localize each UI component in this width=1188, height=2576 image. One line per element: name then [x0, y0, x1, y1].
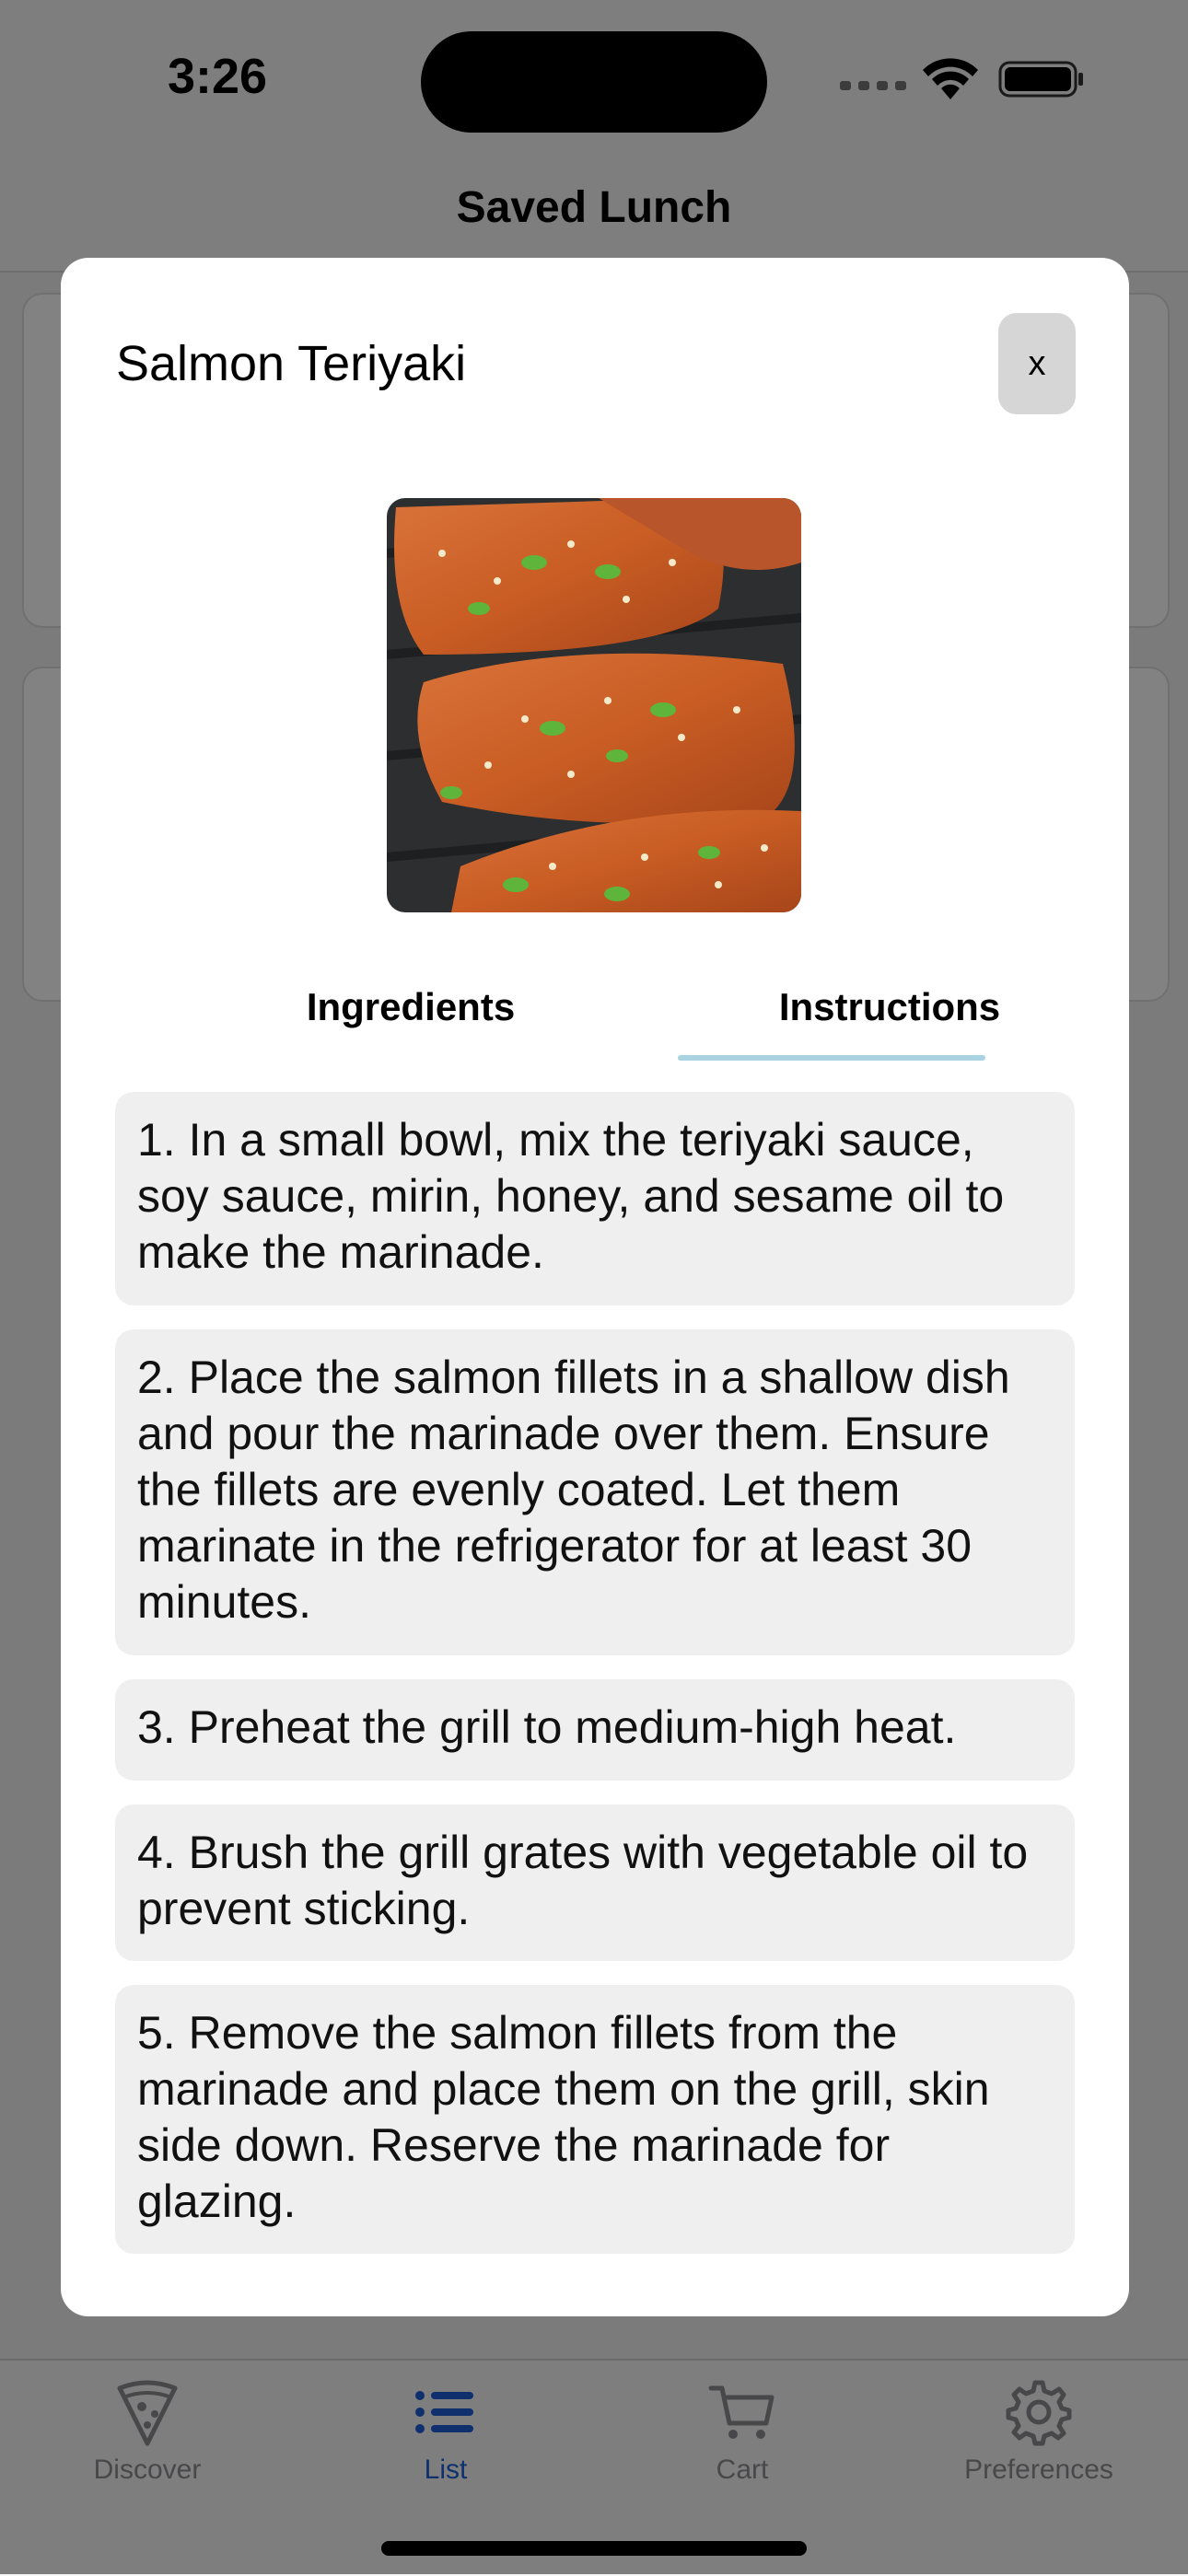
instruction-step: 4. Brush the grill grates with vegetable…: [115, 1804, 1075, 1961]
instruction-step: 5. Remove the salmon fillets from the ma…: [115, 1985, 1075, 2254]
close-button[interactable]: x: [998, 313, 1076, 414]
instructions-list: 1. In a small bowl, mix the teriyaki sau…: [115, 1092, 1075, 2278]
recipe-tabs: Ingredients Instructions: [61, 985, 1129, 1059]
tab-instructions[interactable]: Instructions: [678, 985, 1101, 1029]
instruction-step: 3. Preheat the grill to medium-high heat…: [115, 1679, 1075, 1781]
tab-ingredients[interactable]: Ingredients: [208, 985, 613, 1029]
salmon-photo: [387, 498, 801, 912]
active-tab-indicator: [678, 1055, 985, 1061]
recipe-image: [387, 498, 801, 912]
recipe-detail-modal: Salmon Teriyaki x Ingredients Instructio…: [61, 258, 1129, 2316]
instruction-step: 1. In a small bowl, mix the teriyaki sau…: [115, 1092, 1075, 1305]
recipe-title: Salmon Teriyaki: [116, 336, 467, 391]
instruction-step: 2. Place the salmon fillets in a shallow…: [115, 1329, 1075, 1655]
